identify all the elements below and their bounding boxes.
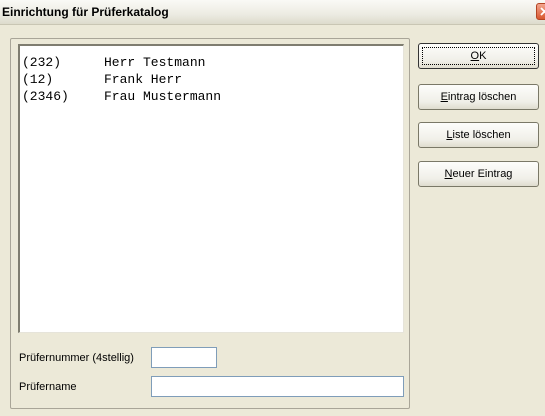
examiner-number-input[interactable] xyxy=(151,347,217,368)
ok-button-label: OK xyxy=(471,50,487,62)
list-item-name: Frau Mustermann xyxy=(104,89,222,104)
delete-entry-label-rest: intrag löschen xyxy=(447,91,517,103)
list-item-number: (12) xyxy=(22,72,54,87)
examiner-name-input[interactable] xyxy=(151,376,404,397)
delete-entry-mnemonic: E xyxy=(440,91,448,103)
new-entry-button[interactable]: Neuer Eintrag xyxy=(418,161,539,187)
examiner-list[interactable]: (232) Herr Testmann (12) Frank Herr (234… xyxy=(18,44,404,333)
delete-entry-button-label: Eintrag löschen xyxy=(441,91,517,103)
new-entry-label-rest: euer Eintrag xyxy=(452,168,513,180)
window-title: Einrichtung für Prüferkatalog xyxy=(2,5,169,19)
clear-list-button[interactable]: Liste löschen xyxy=(418,122,539,148)
delete-entry-button[interactable]: Eintrag löschen xyxy=(418,84,539,110)
list-item-name: Frank Herr xyxy=(104,72,183,87)
new-entry-button-label: Neuer Eintrag xyxy=(445,168,513,180)
dialog-window: Einrichtung für Prüferkatalog (232) Herr… xyxy=(0,0,545,416)
list-item[interactable]: (2346) Frau Mustermann xyxy=(22,88,221,105)
clear-list-button-label: Liste löschen xyxy=(446,129,510,141)
examiner-name-label: Prüfername xyxy=(19,381,77,393)
ok-button[interactable]: OK xyxy=(418,43,539,69)
examiner-number-label: Prüfernummer (4stellig) xyxy=(19,352,134,364)
list-item-number: (2346) xyxy=(22,89,69,104)
list-item[interactable]: (12) Frank Herr xyxy=(22,71,182,88)
close-button[interactable] xyxy=(536,3,545,20)
list-item[interactable]: (232) Herr Testmann xyxy=(22,54,205,71)
title-bar[interactable]: Einrichtung für Prüferkatalog xyxy=(0,0,545,25)
ok-label-rest: K xyxy=(479,50,487,62)
new-entry-mnemonic: N xyxy=(444,168,453,180)
close-icon xyxy=(540,7,545,16)
clear-list-label-rest: iste löschen xyxy=(452,129,511,141)
list-item-name: Herr Testmann xyxy=(104,55,206,70)
ok-mnemonic: O xyxy=(470,50,480,62)
list-item-number: (232) xyxy=(22,55,62,70)
